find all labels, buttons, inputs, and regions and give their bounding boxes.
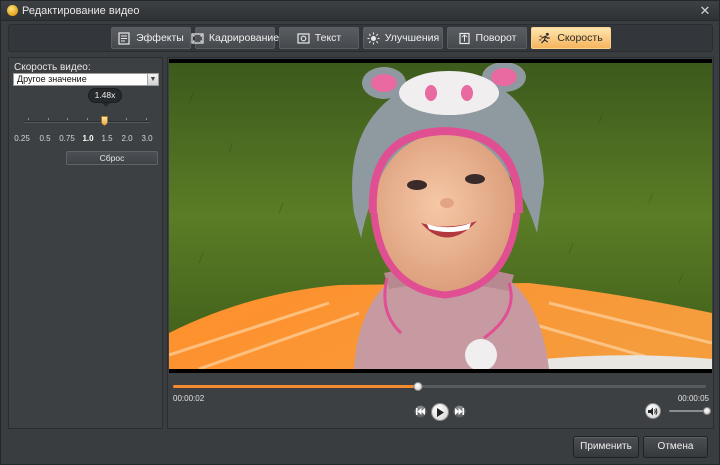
speaker-icon: [648, 407, 658, 415]
tab-speed-label: Скорость: [557, 32, 603, 44]
tab-text[interactable]: Текст: [279, 27, 359, 49]
tab-crop[interactable]: Кадрирование: [191, 27, 279, 49]
total-time: 00:00:05: [677, 394, 709, 403]
speed-runner-icon: [539, 32, 552, 45]
tab-enhance-label: Улучшения: [384, 32, 440, 44]
tab-enhance[interactable]: Улучшения: [363, 27, 443, 49]
playback-progress-fill: [173, 385, 419, 388]
cancel-button[interactable]: Отмена: [643, 436, 708, 458]
text-icon: [297, 32, 310, 45]
tab-speed[interactable]: Скорость: [531, 27, 611, 49]
next-frame-button[interactable]: [453, 405, 466, 418]
apply-button[interactable]: Применить: [573, 436, 639, 458]
app-logo-icon: [7, 5, 18, 16]
enhance-sun-icon: [367, 32, 380, 45]
speed-value-3.0: 3.0: [141, 134, 153, 143]
tab-rotate[interactable]: Поворот: [447, 27, 527, 49]
tooltip-tail: [102, 103, 110, 107]
reset-button[interactable]: Сброс: [66, 151, 158, 165]
speed-value-0.75: 0.75: [59, 134, 75, 143]
playback-progress-thumb[interactable]: [413, 382, 423, 391]
video-editor-window: Редактирование видео ✕ Эффекты Кадрирова…: [0, 0, 720, 465]
tab-text-label: Текст: [314, 32, 342, 44]
speed-slider-tick: [28, 118, 29, 120]
play-icon: [437, 407, 444, 417]
current-speed-tooltip: 1.48x: [88, 88, 122, 103]
rotate-icon: [458, 32, 471, 45]
speed-slider-tick: [67, 118, 69, 120]
speed-panel: Скорость видео: Другое значение ▼ 1.48x …: [8, 57, 163, 429]
volume-slider-thumb[interactable]: [703, 407, 711, 415]
tab-crop-label: Кадрирование: [208, 32, 280, 44]
tab-effects-label: Эффекты: [136, 32, 184, 44]
speed-value-1.5: 1.5: [101, 134, 113, 143]
previous-frame-button[interactable]: [414, 405, 427, 418]
tab-bar: Эффекты Кадрирование Текст Улучшения Пов…: [8, 24, 713, 52]
speed-slider-thumb[interactable]: [101, 116, 108, 126]
video-frame-image: [169, 63, 712, 369]
video-preview: [169, 59, 712, 373]
speed-slider-tick: [87, 118, 88, 120]
video-panel: 00:00:02 00:00:05: [167, 57, 714, 429]
speed-preset-value: Другое значение: [17, 74, 87, 84]
speed-preset-select[interactable]: Другое значение ▼: [13, 73, 159, 86]
speed-slider-track[interactable]: [24, 118, 150, 123]
skip-forward-icon: [455, 408, 464, 415]
effects-icon: [118, 31, 131, 45]
speed-label: Скорость видео:: [14, 62, 91, 73]
speed-value-2.0: 2.0: [121, 134, 133, 143]
speed-slider-tick: [146, 118, 147, 120]
speed-value-0.25: 0.25: [14, 134, 30, 143]
title-bar: Редактирование видео ✕: [1, 1, 719, 21]
speed-value-0.5: 0.5: [39, 134, 51, 143]
tab-rotate-label: Поворот: [475, 32, 517, 44]
volume-button[interactable]: [645, 403, 661, 419]
playback-progress-track[interactable]: [173, 382, 706, 391]
speed-scale: 0.25 0.5 0.75 1.0 1.5 2.0 3.0: [14, 134, 159, 146]
chevron-down-icon[interactable]: ▼: [147, 74, 158, 85]
volume-slider-track[interactable]: [669, 407, 711, 415]
crop-film-icon: [191, 32, 204, 45]
play-button[interactable]: [431, 403, 449, 421]
close-icon[interactable]: ✕: [697, 3, 713, 18]
speed-slider-tick: [126, 118, 128, 120]
tab-effects[interactable]: Эффекты: [111, 27, 191, 49]
window-title: Редактирование видео: [22, 5, 140, 17]
speed-slider-tick: [47, 118, 49, 120]
skip-back-icon: [416, 408, 425, 415]
speed-value-1.0: 1.0: [82, 134, 94, 143]
current-time: 00:00:02: [173, 394, 205, 403]
